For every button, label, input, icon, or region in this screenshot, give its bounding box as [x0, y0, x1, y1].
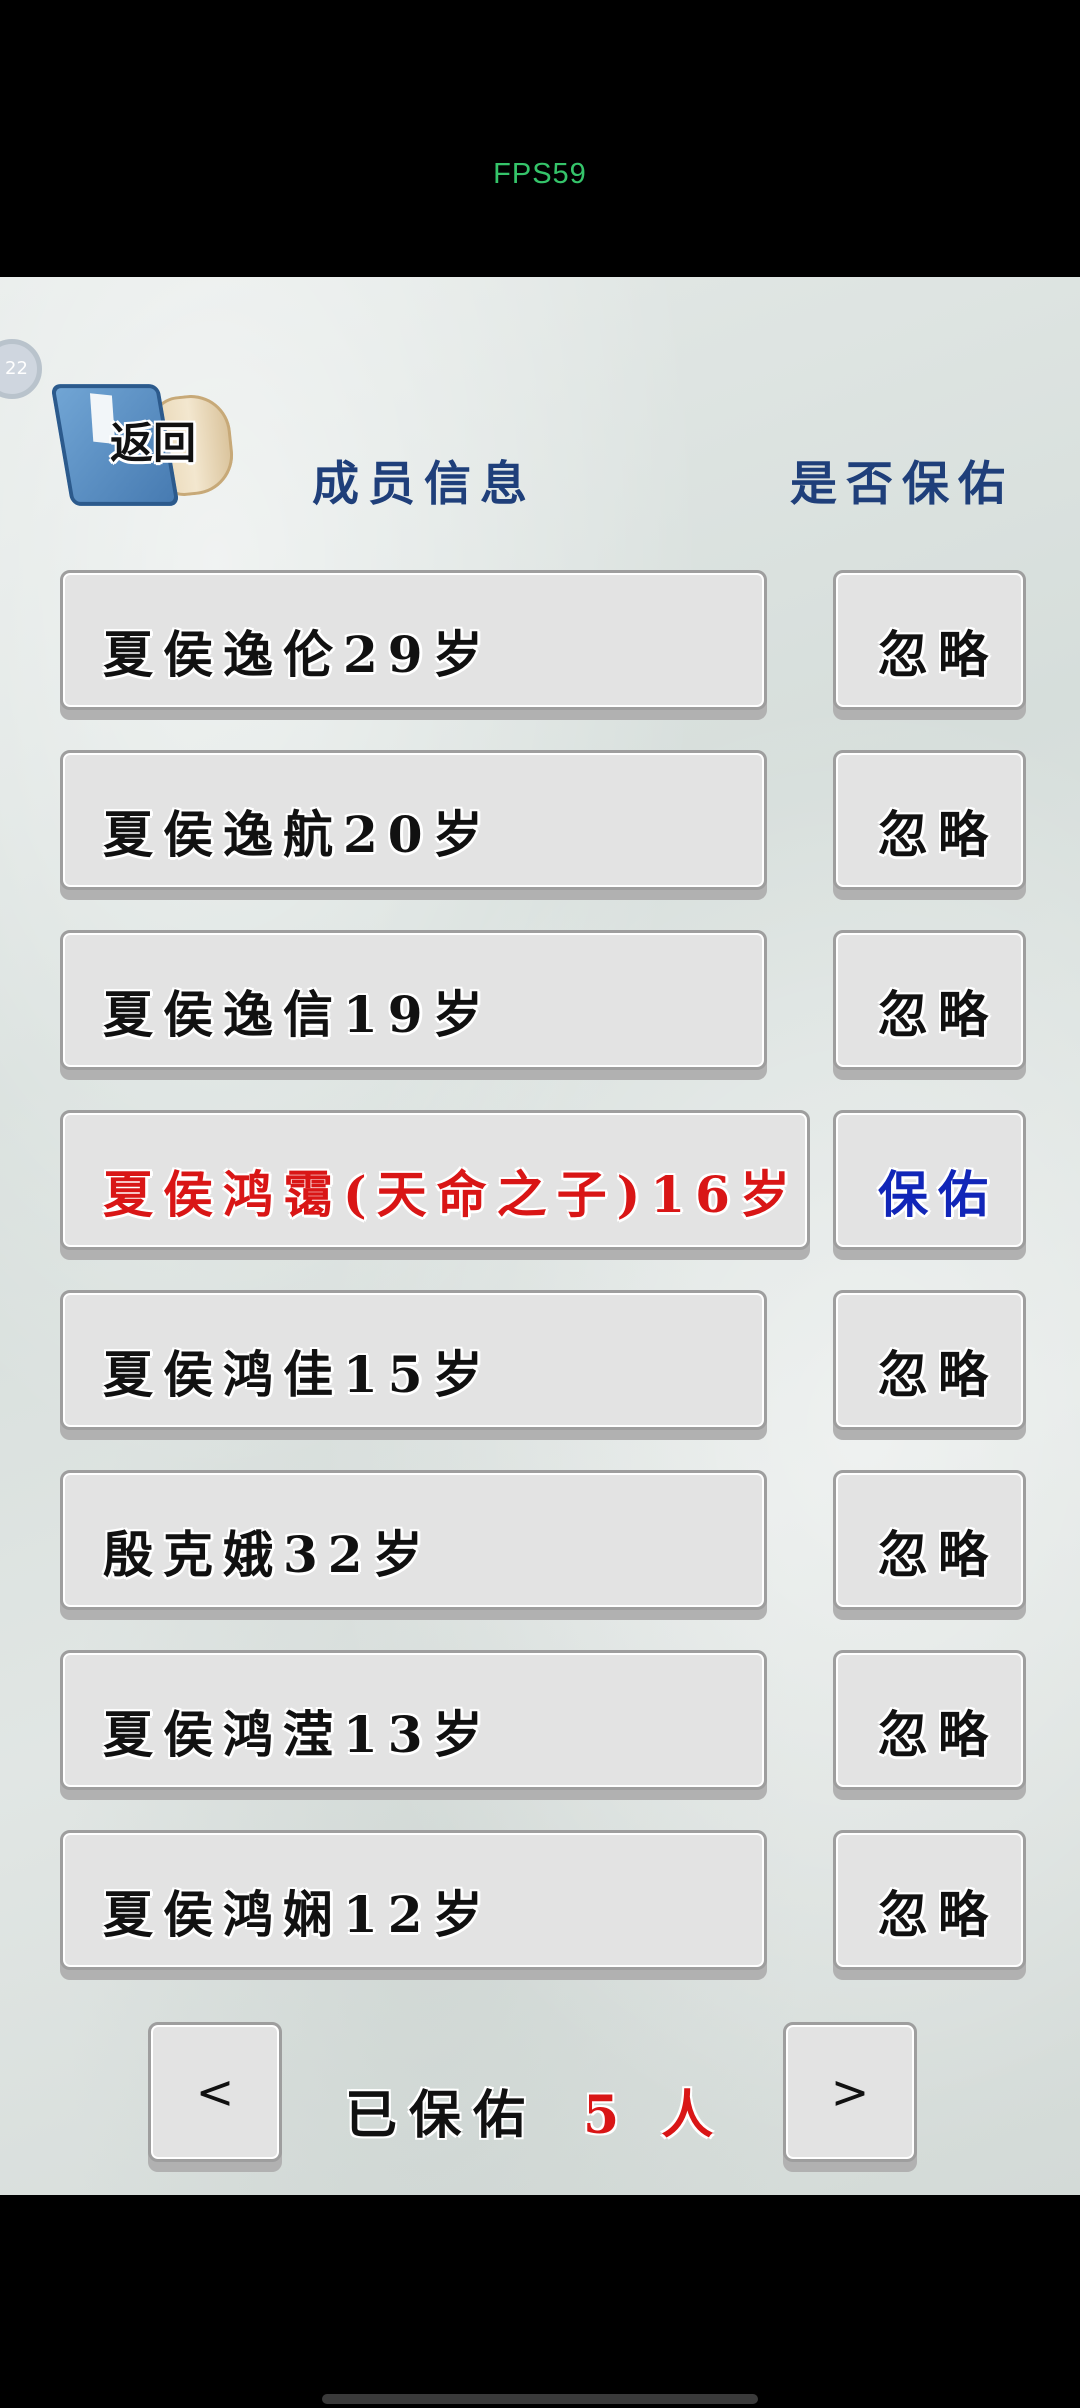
game-screen: 22 返回 成员信息 是否保佑 夏侯逸伦29岁 忽略 夏侯逸航20岁 忽略 夏侯…: [0, 277, 1080, 2195]
ignore-button[interactable]: 忽略: [833, 1470, 1026, 1610]
action-label: 忽略: [878, 1525, 998, 1584]
protect-button[interactable]: 保佑: [833, 1110, 1026, 1250]
member-row-name: 夏侯鸿娴12岁: [60, 1830, 767, 1970]
protected-label: 已保佑: [345, 2085, 538, 2146]
member-name: 夏侯鸿滢13岁: [103, 1705, 493, 1764]
action-label: 忽略: [878, 985, 998, 1044]
column-header-protect: 是否保佑: [790, 457, 1014, 512]
member-row-name: 夏侯逸信19岁: [60, 930, 767, 1070]
member-name: 夏侯鸿娴12岁: [103, 1885, 493, 1944]
member-name-highlighted: 夏侯鸿霭(天命之子)16岁: [103, 1165, 800, 1224]
member-row-name: 夏侯鸿佳15岁: [60, 1290, 767, 1430]
prev-page-label: <: [195, 2065, 235, 2119]
member-row-name: 殷克娥32岁: [60, 1470, 767, 1610]
member-name: 殷克娥32岁: [103, 1525, 433, 1584]
action-label: 忽略: [878, 1885, 998, 1944]
action-label: 忽略: [878, 625, 998, 684]
action-label: 忽略: [878, 805, 998, 864]
column-header-member-info: 成员信息: [312, 457, 536, 512]
member-name: 夏侯逸航20岁: [103, 805, 493, 864]
member-name: 夏侯逸伦29岁: [103, 625, 493, 684]
navigation-bar: [0, 2195, 1080, 2408]
member-row-name: 夏侯鸿滢13岁: [60, 1650, 767, 1790]
next-page-button[interactable]: >: [783, 2022, 917, 2162]
back-button[interactable]: 返回: [50, 367, 242, 517]
ignore-button[interactable]: 忽略: [833, 570, 1026, 710]
protected-count: 5 人: [583, 2085, 726, 2146]
ignore-button[interactable]: 忽略: [833, 1650, 1026, 1790]
fps-counter: FPS59: [493, 158, 587, 190]
action-label: 忽略: [878, 1705, 998, 1764]
ignore-button[interactable]: 忽略: [833, 1290, 1026, 1430]
back-button-label: 返回: [110, 419, 196, 469]
ignore-button[interactable]: 忽略: [833, 1830, 1026, 1970]
member-row-name-chosen: 夏侯鸿霭(天命之子)16岁: [60, 1110, 810, 1250]
member-name: 夏侯逸信19岁: [103, 985, 493, 1044]
next-page-label: >: [830, 2065, 870, 2119]
action-label: 忽略: [878, 1345, 998, 1404]
home-indicator[interactable]: [322, 2394, 758, 2404]
member-row-name: 夏侯逸航20岁: [60, 750, 767, 890]
floating-assist-icon[interactable]: 22: [0, 339, 42, 399]
status-bar: FPS59: [0, 0, 1080, 277]
floating-assist-badge: 22: [5, 358, 28, 379]
ignore-button[interactable]: 忽略: [833, 750, 1026, 890]
action-label: 保佑: [878, 1165, 998, 1224]
prev-page-button[interactable]: <: [148, 2022, 282, 2162]
member-name: 夏侯鸿佳15岁: [103, 1345, 493, 1404]
ignore-button[interactable]: 忽略: [833, 930, 1026, 1070]
member-row-name: 夏侯逸伦29岁: [60, 570, 767, 710]
